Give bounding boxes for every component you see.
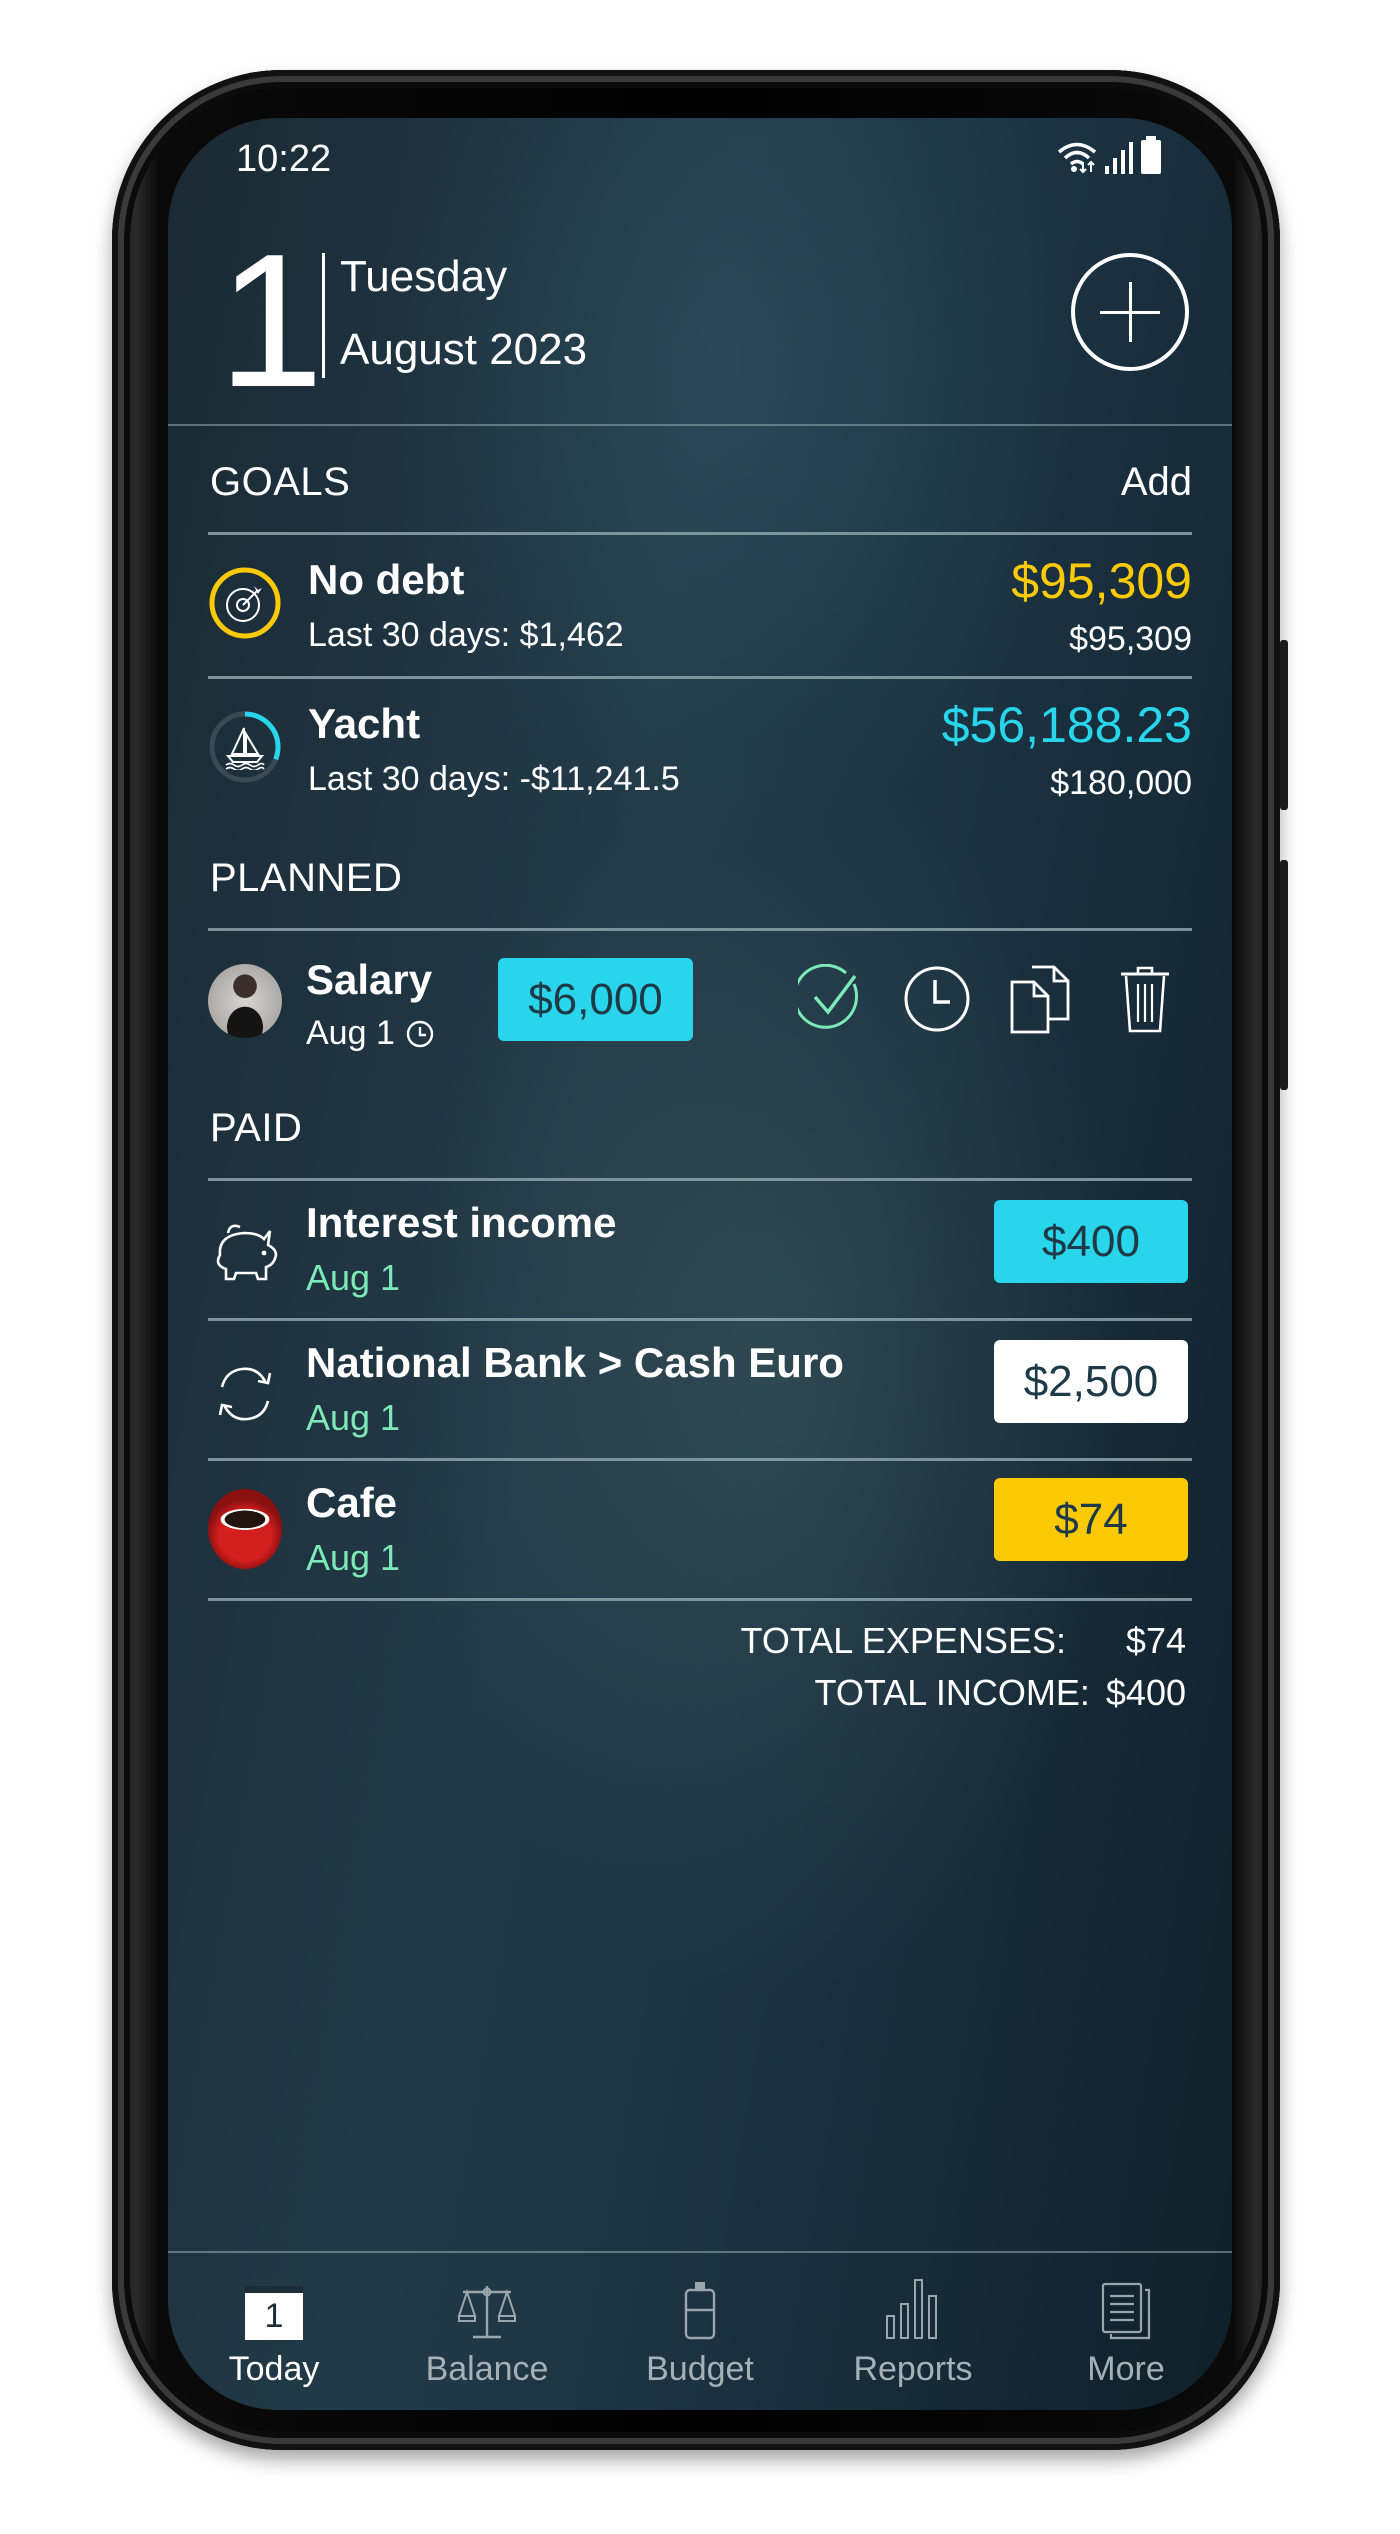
paid-date: Aug 1	[306, 1537, 401, 1578]
day-number: 1	[218, 215, 324, 427]
goal-subtitle: Last 30 days: -$11,241.5	[308, 760, 680, 798]
goal-name: Yacht	[308, 700, 421, 747]
date-divider	[322, 253, 325, 378]
budget-jar-icon	[684, 2282, 716, 2340]
divider	[208, 676, 1192, 679]
nav-item-today[interactable]: 1 Today	[194, 2256, 354, 2389]
reschedule-clock-icon[interactable]	[902, 964, 972, 1034]
bar-chart-icon	[886, 2279, 937, 2339]
confirm-icon[interactable]	[798, 964, 868, 1034]
planned-amount-chip[interactable]: $6,000	[498, 958, 693, 1041]
goal-current-amount: $95,309	[1011, 553, 1192, 609]
salary-avatar	[208, 964, 282, 1038]
paid-date: Aug 1	[306, 1397, 401, 1438]
divider	[208, 1598, 1192, 1601]
planned-date-wrap: Aug 1	[306, 1014, 435, 1053]
scheduled-clock-icon	[406, 1020, 434, 1047]
total-expenses-label: TOTAL EXPENSES:	[740, 1620, 1066, 1661]
wifi-icon	[1057, 142, 1097, 174]
planned-date: Aug 1	[306, 1014, 395, 1052]
app-screen: 10:22 1 Tuesday August 2023 GOALS Add No…	[168, 118, 1232, 2410]
total-income-label: TOTAL INCOME:	[814, 1672, 1090, 1713]
nav-label: Reports	[853, 2350, 973, 2388]
goals-title: GOALS	[210, 460, 351, 504]
add-goal-button[interactable]: Add	[1121, 460, 1192, 505]
paid-amount-chip[interactable]: $2,500	[994, 1340, 1188, 1423]
total-income-value: $400	[1105, 1672, 1186, 1713]
paid-name: Cafe	[306, 1479, 398, 1526]
total-expenses: TOTAL EXPENSES: $74	[741, 1620, 1186, 1662]
paid-amount-chip[interactable]: $400	[994, 1200, 1188, 1283]
nav-item-reports[interactable]: Reports	[833, 2256, 993, 2389]
side-button-power	[1280, 860, 1288, 1090]
scales-icon	[457, 2286, 517, 2339]
goal-target-amount: $95,309	[1069, 620, 1192, 658]
paid-title: PAID	[210, 1106, 303, 1150]
battery-icon	[1141, 136, 1161, 174]
total-expenses-value: $74	[1125, 1620, 1186, 1661]
nav-label: Today	[228, 2350, 320, 2388]
delete-trash-icon[interactable]	[1118, 964, 1172, 1034]
goal-target-amount: $180,000	[1050, 764, 1192, 802]
add-transaction-button[interactable]	[1071, 253, 1189, 371]
weekday-label: Tuesday	[340, 252, 508, 301]
sailboat-icon	[225, 727, 265, 770]
status-time: 10:22	[236, 138, 332, 180]
nav-divider	[168, 2251, 1232, 2253]
nav-item-balance[interactable]: Balance	[407, 2256, 567, 2389]
transfer-icon	[218, 1367, 272, 1421]
coffee-cup-icon	[208, 1489, 282, 1569]
duplicate-icon[interactable]	[1008, 964, 1074, 1034]
nav-label: More	[1087, 2350, 1165, 2388]
nav-label: Budget	[646, 2350, 754, 2388]
nav-item-more[interactable]: More	[1046, 2256, 1206, 2389]
calendar-icon: 1	[245, 2286, 303, 2340]
paid-date: Aug 1	[306, 1257, 401, 1298]
paid-name: Interest income	[306, 1199, 617, 1246]
status-icons	[1056, 136, 1162, 174]
month-year-label[interactable]: August 2023	[340, 325, 587, 375]
planned-name: Salary	[306, 956, 433, 1003]
nav-item-budget[interactable]: Budget	[620, 2256, 780, 2389]
total-income: TOTAL INCOME: $400	[815, 1672, 1186, 1714]
goal-row-no-debt[interactable]: No debt Last 30 days: $1,462 $95,309 $95…	[168, 536, 1232, 676]
target-icon	[226, 586, 262, 622]
bottom-nav: 1 Today Balance Budget Reports More	[168, 2256, 1232, 2406]
paid-amount-chip[interactable]: $74	[994, 1478, 1188, 1561]
goal-name: No debt	[308, 556, 465, 603]
divider	[208, 532, 1192, 535]
goal-current-amount: $56,188.23	[941, 697, 1192, 753]
paid-name: National Bank > Cash Euro	[306, 1339, 844, 1386]
planned-title: PLANNED	[210, 856, 403, 900]
divider	[208, 928, 1192, 931]
goal-subtitle: Last 30 days: $1,462	[308, 616, 624, 654]
signal-icon	[1105, 142, 1133, 174]
nav-label: Balance	[425, 2350, 549, 2388]
header-divider	[168, 424, 1232, 426]
calendar-day: 1	[264, 2297, 284, 2335]
piggy-bank-icon	[216, 1224, 278, 1281]
goal-row-yacht[interactable]: Yacht Last 30 days: -$11,241.5 $56,188.2…	[168, 680, 1232, 820]
documents-icon	[1101, 2282, 1151, 2340]
side-button-volume	[1280, 640, 1288, 810]
